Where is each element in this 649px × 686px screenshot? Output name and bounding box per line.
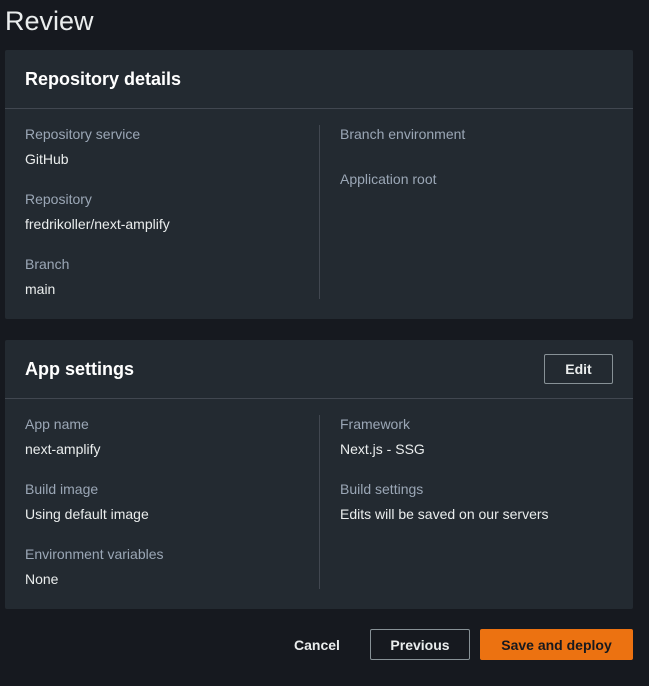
review-page: Review Repository details Repository ser… bbox=[0, 0, 649, 686]
save-and-deploy-button[interactable]: Save and deploy bbox=[480, 629, 633, 660]
column-divider bbox=[319, 125, 320, 299]
column-divider bbox=[319, 415, 320, 589]
field-value: Next.js - SSG bbox=[340, 441, 425, 457]
panel-title: Repository details bbox=[25, 69, 182, 89]
field-value: next-amplify bbox=[25, 441, 101, 457]
field-label: Repository service bbox=[25, 126, 141, 142]
field-build-image: Build image Using default image bbox=[25, 481, 149, 522]
field-label: App name bbox=[25, 416, 89, 432]
field-repository: Repository fredrikoller/next-amplify bbox=[25, 191, 170, 232]
field-label: Branch environment bbox=[340, 126, 466, 142]
field-value: None bbox=[25, 571, 59, 587]
field-label: Repository bbox=[25, 191, 92, 207]
field-branch-environment: Branch environment bbox=[340, 126, 465, 151]
field-build-settings: Build settings Edits will be saved on ou… bbox=[340, 481, 549, 522]
field-app-name: App name next-amplify bbox=[25, 416, 100, 457]
field-framework: Framework Next.js - SSG bbox=[340, 416, 425, 457]
panel-title: App settings bbox=[25, 359, 135, 379]
field-application-root: Application root bbox=[340, 171, 437, 196]
repository-details-panel: Repository details Repository service Gi… bbox=[5, 50, 633, 319]
panel-header: Repository details bbox=[5, 50, 633, 109]
page-title: Review bbox=[5, 6, 94, 36]
panel-header: App settings Edit bbox=[5, 340, 633, 399]
field-environment-variables: Environment variables None bbox=[25, 546, 164, 587]
field-value: main bbox=[25, 281, 56, 297]
field-label: Build image bbox=[25, 481, 99, 497]
field-branch: Branch main bbox=[25, 256, 69, 297]
cancel-button[interactable]: Cancel bbox=[283, 629, 351, 660]
field-label: Environment variables bbox=[25, 546, 164, 562]
field-label: Framework bbox=[340, 416, 411, 432]
field-value: GitHub bbox=[25, 151, 69, 167]
edit-button[interactable]: Edit bbox=[544, 354, 613, 384]
previous-button[interactable]: Previous bbox=[370, 629, 470, 660]
field-repository-service: Repository service GitHub bbox=[25, 126, 140, 167]
field-value: fredrikoller/next-amplify bbox=[25, 216, 170, 232]
field-label: Build settings bbox=[340, 481, 424, 497]
field-value: Using default image bbox=[25, 506, 149, 522]
field-label: Application root bbox=[340, 171, 437, 187]
field-label: Branch bbox=[25, 256, 70, 272]
field-value: Edits will be saved on our servers bbox=[340, 506, 549, 522]
app-settings-panel: App settings Edit App name next-amplify … bbox=[5, 340, 633, 609]
